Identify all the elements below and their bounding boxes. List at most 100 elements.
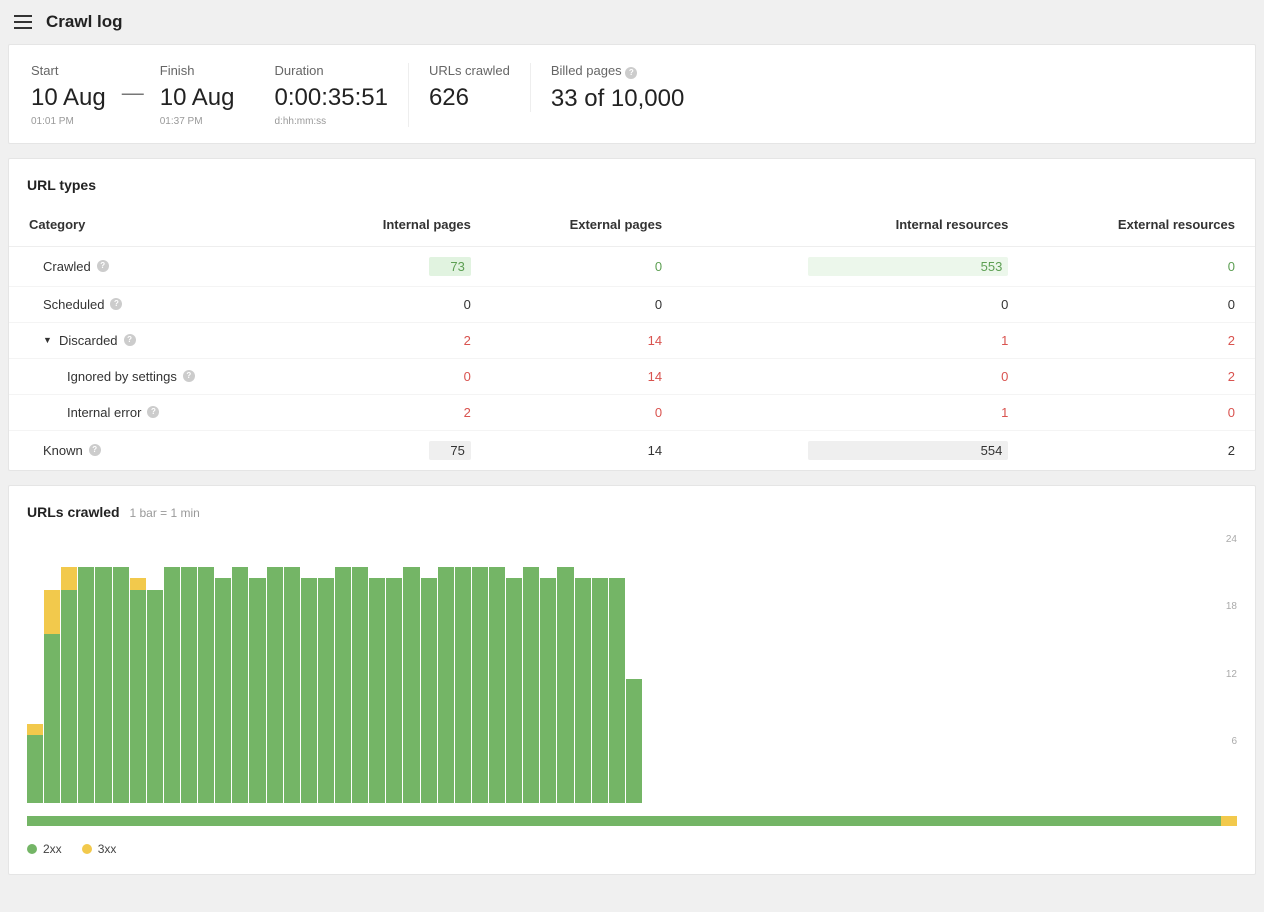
- chart-bar-empty: [780, 534, 796, 803]
- help-icon[interactable]: ?: [89, 444, 101, 456]
- chart-bar[interactable]: [489, 534, 505, 803]
- y-tick: 18: [1226, 601, 1237, 612]
- bar-segment-2xx: [130, 590, 146, 803]
- help-icon[interactable]: ?: [97, 260, 109, 272]
- chart-bar[interactable]: [164, 534, 180, 803]
- help-icon[interactable]: ?: [147, 406, 159, 418]
- chart-bar[interactable]: [557, 534, 573, 803]
- category-name: Discarded: [59, 333, 118, 348]
- chart-bar[interactable]: [78, 534, 94, 803]
- urls-crawled-title: URLs crawled 1 bar = 1 min: [9, 486, 1255, 534]
- summary-billed: Billed pages ? 33 of 10,000: [531, 63, 704, 113]
- chart-bar[interactable]: [318, 534, 334, 803]
- chart-bar-empty: [985, 534, 1001, 803]
- chart-bar-empty: [1054, 534, 1070, 803]
- page-header: Crawl log: [0, 0, 1264, 44]
- help-icon[interactable]: ?: [110, 298, 122, 310]
- chart-bar[interactable]: [284, 534, 300, 803]
- help-icon[interactable]: ?: [625, 67, 637, 79]
- bar-segment-2xx: [540, 578, 556, 802]
- chart-bar-empty: [917, 534, 933, 803]
- chart-bar[interactable]: [506, 534, 522, 803]
- chart-bar[interactable]: [27, 534, 43, 803]
- chart-bar[interactable]: [113, 534, 129, 803]
- chart-bar-empty: [934, 534, 950, 803]
- table-header: Internal pages: [306, 207, 491, 247]
- bar-segment-2xx: [369, 578, 385, 802]
- chart-bar[interactable]: [44, 534, 60, 803]
- duration-value: 0:00:35:51: [275, 84, 388, 112]
- table-cell: 1: [682, 394, 1028, 430]
- chart-bar[interactable]: [147, 534, 163, 803]
- table-row[interactable]: Known?75145542: [9, 430, 1255, 470]
- page-title: Crawl log: [46, 12, 123, 32]
- chart-bar[interactable]: [130, 534, 146, 803]
- table-cell: 0: [1028, 246, 1255, 286]
- table-row[interactable]: Crawled?7305530: [9, 246, 1255, 286]
- chart-bar[interactable]: [472, 534, 488, 803]
- table-row[interactable]: ▼Discarded?21412: [9, 322, 1255, 358]
- chart-bar[interactable]: [455, 534, 471, 803]
- chart-bar[interactable]: [609, 534, 625, 803]
- caret-down-icon[interactable]: ▼: [43, 335, 53, 345]
- chart-bar[interactable]: [352, 534, 368, 803]
- category-name: Crawled: [43, 259, 91, 274]
- summary-start: Start 10 Aug 01:01 PM: [31, 63, 112, 127]
- chart-bar-empty: [694, 534, 710, 803]
- table-cell: 0: [682, 286, 1028, 322]
- chart-bar-empty: [1139, 534, 1155, 803]
- finish-sub: 01:37 PM: [160, 116, 235, 127]
- chart-bar-empty: [728, 534, 744, 803]
- chart-bar[interactable]: [301, 534, 317, 803]
- help-icon[interactable]: ?: [124, 334, 136, 346]
- summary-card: Start 10 Aug 01:01 PM — Finish 10 Aug 01…: [8, 44, 1256, 144]
- chart-bar[interactable]: [592, 534, 608, 803]
- chart-bar[interactable]: [421, 534, 437, 803]
- bar-segment-2xx: [438, 567, 454, 802]
- chart-bar[interactable]: [181, 534, 197, 803]
- chart-bar[interactable]: [523, 534, 539, 803]
- chart-bar[interactable]: [386, 534, 402, 803]
- chart-bar-empty: [1088, 534, 1104, 803]
- summary-urls: URLs crawled 626: [409, 63, 531, 112]
- chart-bar-empty: [968, 534, 984, 803]
- chart-bar-empty: [1156, 534, 1172, 803]
- chart-bar[interactable]: [61, 534, 77, 803]
- bar-segment-2xx: [27, 735, 43, 802]
- chart-bar-empty: [831, 534, 847, 803]
- bar-segment-2xx: [386, 578, 402, 802]
- chart-bar[interactable]: [232, 534, 248, 803]
- bar-segment-2xx: [232, 567, 248, 802]
- table-cell: 0: [491, 246, 682, 286]
- table-header: External resources: [1028, 207, 1255, 247]
- chart-bar[interactable]: [215, 534, 231, 803]
- table-row[interactable]: Ignored by settings?01402: [9, 358, 1255, 394]
- chart-bar[interactable]: [438, 534, 454, 803]
- chart-bar[interactable]: [249, 534, 265, 803]
- chart-bar-empty: [763, 534, 779, 803]
- table-header: Category: [9, 207, 306, 247]
- chart-bar-empty: [865, 534, 881, 803]
- bar-segment-3xx: [44, 590, 60, 635]
- bar-segment-3xx: [27, 724, 43, 735]
- table-row[interactable]: Internal error?2010: [9, 394, 1255, 430]
- help-icon[interactable]: ?: [183, 370, 195, 382]
- chart-bar-empty: [882, 534, 898, 803]
- chart-bar[interactable]: [335, 534, 351, 803]
- bar-segment-2xx: [455, 567, 471, 802]
- menu-icon[interactable]: [14, 15, 32, 29]
- chart-bar[interactable]: [267, 534, 283, 803]
- urls-label: URLs crawled: [429, 63, 510, 78]
- chart-bar-empty: [746, 534, 762, 803]
- chart-bar[interactable]: [575, 534, 591, 803]
- chart-bar[interactable]: [403, 534, 419, 803]
- chart-bar[interactable]: [95, 534, 111, 803]
- chart-bar[interactable]: [540, 534, 556, 803]
- category-name: Known: [43, 443, 83, 458]
- table-cell: 0: [306, 286, 491, 322]
- table-row[interactable]: Scheduled?0000: [9, 286, 1255, 322]
- chart-bar[interactable]: [198, 534, 214, 803]
- legend-3xx: 3xx: [82, 842, 117, 856]
- chart-bar[interactable]: [369, 534, 385, 803]
- chart-bar[interactable]: [626, 534, 642, 803]
